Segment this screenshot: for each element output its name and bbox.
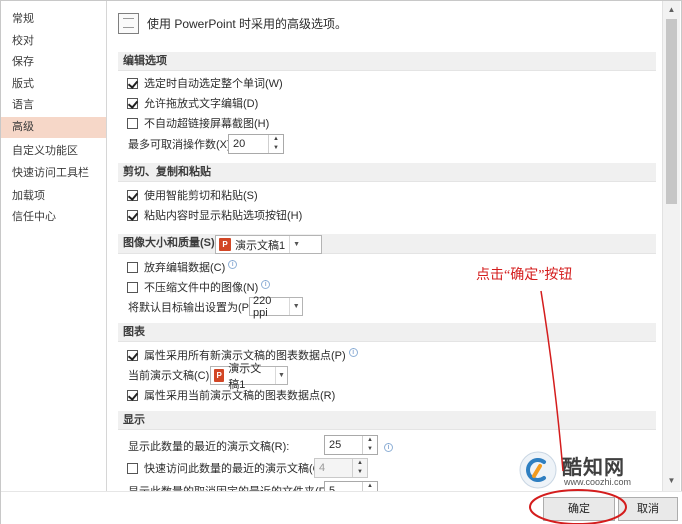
stepper-up-icon[interactable]: ▲: [353, 459, 367, 468]
default-output-value: 220 ppi: [253, 294, 272, 319]
quick-access-option[interactable]: 快速访问此数量的最近的演示文稿(Q):: [127, 458, 328, 478]
chevron-down-icon[interactable]: ▼: [289, 298, 302, 315]
advanced-options-panel: 使用 PowerPoint 时采用的高级选项。 编辑选项 选定时自动选定整个单词…: [108, 1, 662, 491]
all-new-docs-checkbox[interactable]: [127, 349, 138, 361]
default-output-row: 将默认目标输出设置为(P):: [128, 297, 256, 317]
section-image-title: 图像大小和质量(S): [118, 234, 656, 254]
info-icon[interactable]: i: [348, 347, 358, 357]
no-compress-label: 不压缩文件中的图像(N): [144, 282, 259, 294]
options-dialog: 常规 校对 保存 版式 语言 高级 自定义功能区 快速访问工具栏 加载项 信任中…: [0, 0, 682, 524]
current-doc-select[interactable]: P 演示文稿1 ▼: [210, 363, 288, 391]
sidebar-item-general[interactable]: 常规: [1, 9, 106, 30]
smart-cut-option[interactable]: 使用智能剪切和粘贴(S): [127, 185, 258, 205]
stepper-up-icon[interactable]: ▲: [363, 482, 377, 491]
unpinned-folders-value[interactable]: 5: [325, 482, 362, 491]
unpinned-folders-label: 显示此数量的取消固定的最近的文件夹(F):: [128, 483, 332, 491]
info-icon[interactable]: i: [384, 443, 393, 452]
stepper-up-icon[interactable]: ▲: [269, 135, 283, 144]
no-compress-option[interactable]: 不压缩文件中的图像(N) i: [127, 277, 271, 297]
no-compress-checkbox[interactable]: [127, 281, 138, 293]
max-undo-value[interactable]: 20: [229, 135, 268, 153]
max-undo-row: 最多可取消操作数(X):: [128, 134, 234, 154]
recent-docs-stepper[interactable]: 25 ▲ ▼: [324, 435, 378, 455]
image-doc-select-value: 演示文稿1: [235, 239, 286, 252]
section-editing-title: 编辑选项: [118, 52, 656, 71]
options-icon: [118, 12, 139, 34]
options-sidebar: 常规 校对 保存 版式 语言 高级 自定义功能区 快速访问工具栏 加载项 信任中…: [1, 1, 107, 491]
info-icon[interactable]: i: [228, 259, 238, 269]
drag-drop-label: 允许拖放式文字编辑(D): [144, 98, 259, 110]
cancel-button[interactable]: 取消: [618, 497, 678, 521]
no-hyperlink-screenshot-checkbox[interactable]: [127, 117, 138, 129]
quick-access-checkbox[interactable]: [127, 462, 138, 474]
watermark: 酷知网 www.coozhi.com: [518, 448, 668, 492]
discard-edit-checkbox[interactable]: [127, 261, 138, 273]
panel-header: 使用 PowerPoint 时采用的高级选项。: [118, 11, 347, 35]
chevron-down-icon[interactable]: ▼: [274, 367, 287, 384]
paste-options-option[interactable]: 粘贴内容时显示粘贴选项按钮(H): [127, 205, 302, 225]
sidebar-item-language[interactable]: 语言: [1, 95, 106, 116]
sidebar-item-customize-ribbon[interactable]: 自定义功能区: [1, 141, 106, 162]
auto-select-word-option[interactable]: 选定时自动选定整个单词(W): [127, 73, 283, 93]
sidebar-item-quick-access-toolbar[interactable]: 快速访问工具栏: [1, 163, 106, 184]
scrollbar-thumb[interactable]: [666, 19, 677, 204]
smart-cut-label: 使用智能剪切和粘贴(S): [144, 190, 258, 202]
discard-edit-label: 放弃编辑数据(C): [144, 262, 226, 274]
stepper-down-icon[interactable]: ▼: [353, 468, 367, 477]
quick-access-label: 快速访问此数量的最近的演示文稿(Q):: [144, 463, 328, 475]
paste-options-label: 粘贴内容时显示粘贴选项按钮(H): [144, 210, 303, 222]
section-clipboard-title: 剪切、复制和粘贴: [118, 163, 656, 182]
chevron-down-icon[interactable]: ▼: [289, 236, 303, 253]
section-chart-title: 图表: [118, 323, 656, 342]
auto-select-word-label: 选定时自动选定整个单词(W): [144, 78, 283, 90]
sidebar-item-proofing[interactable]: 校对: [1, 31, 106, 52]
recent-docs-label: 显示此数量的最近的演示文稿(R):: [128, 441, 290, 453]
auto-select-word-checkbox[interactable]: [127, 77, 138, 89]
current-doc-points-checkbox[interactable]: [127, 389, 138, 401]
quick-access-value[interactable]: 4: [315, 459, 352, 477]
unpinned-folders-stepper[interactable]: 5 ▲▼: [324, 481, 378, 491]
watermark-url: www.coozhi.com: [564, 477, 632, 487]
max-undo-stepper[interactable]: 20 ▲ ▼: [228, 134, 284, 154]
no-hyperlink-screenshot-option[interactable]: 不自动超链接屏幕截图(H): [127, 113, 269, 133]
max-undo-label: 最多可取消操作数(X):: [128, 139, 234, 151]
recent-docs-value[interactable]: 25: [325, 436, 362, 454]
paste-options-checkbox[interactable]: [127, 209, 138, 221]
default-output-label: 将默认目标输出设置为(P):: [128, 302, 256, 314]
annotation-text: 点击“确定”按钮: [476, 268, 573, 283]
drag-drop-option[interactable]: 允许拖放式文字编辑(D): [127, 93, 258, 113]
panel-header-text: 使用 PowerPoint 时采用的高级选项。: [147, 16, 348, 31]
watermark-name: 酷知网: [562, 457, 625, 479]
recent-docs-row: 显示此数量的最近的演示文稿(R):: [128, 436, 289, 456]
info-icon[interactable]: i: [261, 279, 271, 289]
sidebar-item-trust-center[interactable]: 信任中心: [1, 207, 106, 228]
no-hyperlink-screenshot-label: 不自动超链接屏幕截图(H): [144, 118, 270, 130]
discard-edit-option[interactable]: 放弃编辑数据(C) i: [127, 257, 238, 277]
drag-drop-checkbox[interactable]: [127, 97, 138, 109]
vertical-scrollbar[interactable]: ▲ ▼: [662, 1, 680, 491]
quick-access-stepper[interactable]: 4 ▲ ▼: [314, 458, 368, 478]
default-output-select[interactable]: 220 ppi ▼: [249, 294, 303, 319]
current-doc-points-option[interactable]: 属性采用当前演示文稿的图表数据点(R): [127, 385, 335, 405]
sidebar-item-advanced[interactable]: 高级: [1, 117, 106, 138]
section-display-title: 显示: [118, 411, 656, 430]
sidebar-item-addins[interactable]: 加载项: [1, 186, 106, 207]
sidebar-item-typography[interactable]: 版式: [1, 74, 106, 95]
powerpoint-icon: P: [214, 369, 225, 382]
current-doc-row: 当前演示文稿(C):: [128, 365, 212, 385]
ok-button[interactable]: 确定: [543, 497, 615, 521]
current-doc-label: 当前演示文稿(C):: [128, 370, 213, 382]
stepper-up-icon[interactable]: ▲: [363, 436, 377, 445]
scroll-up-icon[interactable]: ▲: [663, 2, 680, 18]
coozhi-logo-icon: [519, 451, 557, 489]
section-image-title-text: 图像大小和质量(S): [123, 237, 215, 249]
sidebar-item-save[interactable]: 保存: [1, 52, 106, 73]
unpinned-folders-row: 显示此数量的取消固定的最近的文件夹(F):: [128, 481, 332, 491]
smart-cut-checkbox[interactable]: [127, 189, 138, 201]
image-doc-select[interactable]: P 演示文稿1 ▼: [215, 235, 322, 254]
stepper-down-icon[interactable]: ▼: [363, 445, 377, 454]
current-doc-points-label: 属性采用当前演示文稿的图表数据点(R): [144, 390, 336, 402]
stepper-down-icon[interactable]: ▼: [269, 144, 283, 153]
powerpoint-icon: P: [219, 238, 231, 251]
